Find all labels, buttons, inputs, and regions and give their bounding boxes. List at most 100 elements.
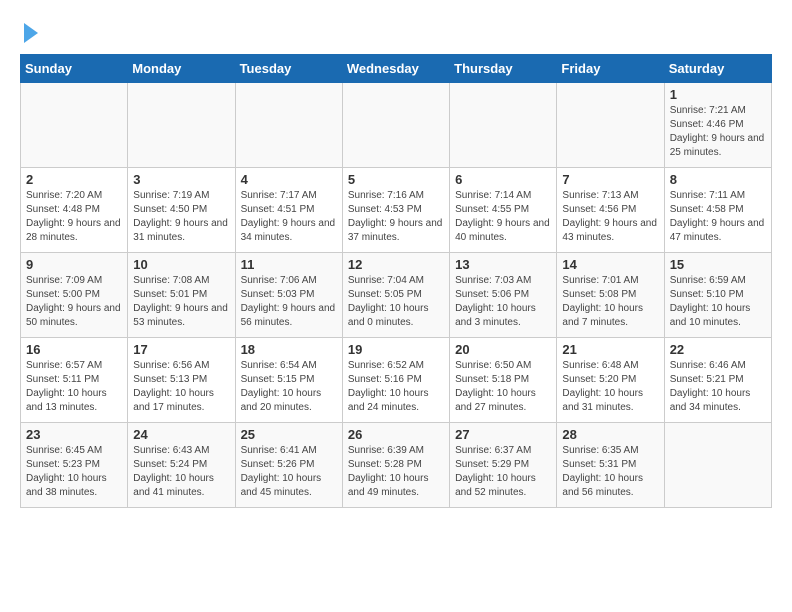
day-number: 21 <box>562 342 658 357</box>
day-number: 12 <box>348 257 444 272</box>
day-info: Sunrise: 6:56 AM Sunset: 5:13 PM Dayligh… <box>133 359 229 415</box>
day-info: Sunrise: 6:50 AM Sunset: 5:18 PM Dayligh… <box>455 359 551 415</box>
day-number: 20 <box>455 342 551 357</box>
calendar-cell: 11 Sunrise: 7:06 AM Sunset: 5:03 PM Dayli… <box>235 253 342 338</box>
day-info: Sunrise: 6:52 AM Sunset: 5:16 PM Dayligh… <box>348 359 444 415</box>
day-info: Sunrise: 7:19 AM Sunset: 4:50 PM Dayligh… <box>133 189 229 245</box>
day-info: Sunrise: 7:06 AM Sunset: 5:03 PM Dayligh… <box>241 274 337 330</box>
day-number: 5 <box>348 172 444 187</box>
day-info: Sunrise: 7:21 AM Sunset: 4:46 PM Dayligh… <box>670 104 766 160</box>
day-number: 1 <box>670 87 766 102</box>
calendar-cell <box>450 83 557 168</box>
day-info: Sunrise: 7:03 AM Sunset: 5:06 PM Dayligh… <box>455 274 551 330</box>
calendar-table: SundayMondayTuesdayWednesdayThursdayFrid… <box>20 54 772 508</box>
calendar-week-row: 9 Sunrise: 7:09 AM Sunset: 5:00 PM Daylig… <box>21 253 772 338</box>
day-number: 9 <box>26 257 122 272</box>
day-info: Sunrise: 7:08 AM Sunset: 5:01 PM Dayligh… <box>133 274 229 330</box>
calendar-week-row: 16 Sunrise: 6:57 AM Sunset: 5:11 PM Dayli… <box>21 338 772 423</box>
calendar-cell <box>342 83 449 168</box>
day-number: 10 <box>133 257 229 272</box>
logo-arrow-icon <box>24 23 38 43</box>
calendar-week-row: 23 Sunrise: 6:45 AM Sunset: 5:23 PM Dayli… <box>21 423 772 508</box>
day-info: Sunrise: 6:37 AM Sunset: 5:29 PM Dayligh… <box>455 444 551 500</box>
day-info: Sunrise: 7:20 AM Sunset: 4:48 PM Dayligh… <box>26 189 122 245</box>
day-info: Sunrise: 7:11 AM Sunset: 4:58 PM Dayligh… <box>670 189 766 245</box>
logo <box>20 20 38 44</box>
weekday-header-row: SundayMondayTuesdayWednesdayThursdayFrid… <box>21 55 772 83</box>
calendar-cell: 24 Sunrise: 6:43 AM Sunset: 5:24 PM Dayli… <box>128 423 235 508</box>
calendar-cell <box>128 83 235 168</box>
day-number: 25 <box>241 427 337 442</box>
calendar-cell: 16 Sunrise: 6:57 AM Sunset: 5:11 PM Dayli… <box>21 338 128 423</box>
day-number: 13 <box>455 257 551 272</box>
calendar-cell: 19 Sunrise: 6:52 AM Sunset: 5:16 PM Dayli… <box>342 338 449 423</box>
day-info: Sunrise: 7:01 AM Sunset: 5:08 PM Dayligh… <box>562 274 658 330</box>
day-number: 7 <box>562 172 658 187</box>
weekday-header-friday: Friday <box>557 55 664 83</box>
day-info: Sunrise: 7:04 AM Sunset: 5:05 PM Dayligh… <box>348 274 444 330</box>
calendar-cell: 13 Sunrise: 7:03 AM Sunset: 5:06 PM Dayli… <box>450 253 557 338</box>
calendar-cell: 9 Sunrise: 7:09 AM Sunset: 5:00 PM Daylig… <box>21 253 128 338</box>
day-info: Sunrise: 7:13 AM Sunset: 4:56 PM Dayligh… <box>562 189 658 245</box>
day-info: Sunrise: 6:59 AM Sunset: 5:10 PM Dayligh… <box>670 274 766 330</box>
calendar-cell: 2 Sunrise: 7:20 AM Sunset: 4:48 PM Daylig… <box>21 168 128 253</box>
day-number: 16 <box>26 342 122 357</box>
calendar-cell: 5Sunrise: 7:16 AM Sunset: 4:53 PM Daylig… <box>342 168 449 253</box>
calendar-cell: 8 Sunrise: 7:11 AM Sunset: 4:58 PM Daylig… <box>664 168 771 253</box>
calendar-cell: 26 Sunrise: 6:39 AM Sunset: 5:28 PM Dayli… <box>342 423 449 508</box>
calendar-cell: 28 Sunrise: 6:35 AM Sunset: 5:31 PM Dayli… <box>557 423 664 508</box>
day-info: Sunrise: 6:46 AM Sunset: 5:21 PM Dayligh… <box>670 359 766 415</box>
calendar-cell: 27 Sunrise: 6:37 AM Sunset: 5:29 PM Dayli… <box>450 423 557 508</box>
weekday-header-sunday: Sunday <box>21 55 128 83</box>
weekday-header-thursday: Thursday <box>450 55 557 83</box>
calendar-cell: 22 Sunrise: 6:46 AM Sunset: 5:21 PM Dayli… <box>664 338 771 423</box>
calendar-cell: 20 Sunrise: 6:50 AM Sunset: 5:18 PM Dayli… <box>450 338 557 423</box>
day-number: 27 <box>455 427 551 442</box>
calendar-cell: 18Sunrise: 6:54 AM Sunset: 5:15 PM Dayli… <box>235 338 342 423</box>
day-number: 22 <box>670 342 766 357</box>
day-number: 24 <box>133 427 229 442</box>
day-number: 23 <box>26 427 122 442</box>
calendar-cell: 7 Sunrise: 7:13 AM Sunset: 4:56 PM Daylig… <box>557 168 664 253</box>
day-number: 8 <box>670 172 766 187</box>
day-info: Sunrise: 6:43 AM Sunset: 5:24 PM Dayligh… <box>133 444 229 500</box>
weekday-header-monday: Monday <box>128 55 235 83</box>
day-info: Sunrise: 7:17 AM Sunset: 4:51 PM Dayligh… <box>241 189 337 245</box>
day-number: 17 <box>133 342 229 357</box>
calendar-cell: 23 Sunrise: 6:45 AM Sunset: 5:23 PM Dayli… <box>21 423 128 508</box>
calendar-cell: 15Sunrise: 6:59 AM Sunset: 5:10 PM Dayli… <box>664 253 771 338</box>
weekday-header-saturday: Saturday <box>664 55 771 83</box>
weekday-header-wednesday: Wednesday <box>342 55 449 83</box>
calendar-week-row: 2 Sunrise: 7:20 AM Sunset: 4:48 PM Daylig… <box>21 168 772 253</box>
calendar-week-row: 1 Sunrise: 7:21 AM Sunset: 4:46 PM Daylig… <box>21 83 772 168</box>
calendar-cell: 4Sunrise: 7:17 AM Sunset: 4:51 PM Daylig… <box>235 168 342 253</box>
day-number: 2 <box>26 172 122 187</box>
day-info: Sunrise: 6:45 AM Sunset: 5:23 PM Dayligh… <box>26 444 122 500</box>
calendar-cell <box>235 83 342 168</box>
day-number: 18 <box>241 342 337 357</box>
day-info: Sunrise: 6:35 AM Sunset: 5:31 PM Dayligh… <box>562 444 658 500</box>
calendar-cell: 25 Sunrise: 6:41 AM Sunset: 5:26 PM Dayli… <box>235 423 342 508</box>
calendar-cell: 3 Sunrise: 7:19 AM Sunset: 4:50 PM Daylig… <box>128 168 235 253</box>
day-info: Sunrise: 6:48 AM Sunset: 5:20 PM Dayligh… <box>562 359 658 415</box>
calendar-cell: 21 Sunrise: 6:48 AM Sunset: 5:20 PM Dayli… <box>557 338 664 423</box>
calendar-cell: 10 Sunrise: 7:08 AM Sunset: 5:01 PM Dayli… <box>128 253 235 338</box>
calendar-cell: 17 Sunrise: 6:56 AM Sunset: 5:13 PM Dayli… <box>128 338 235 423</box>
day-info: Sunrise: 7:09 AM Sunset: 5:00 PM Dayligh… <box>26 274 122 330</box>
day-number: 19 <box>348 342 444 357</box>
day-info: Sunrise: 6:41 AM Sunset: 5:26 PM Dayligh… <box>241 444 337 500</box>
day-number: 26 <box>348 427 444 442</box>
day-number: 6 <box>455 172 551 187</box>
calendar-cell: 1 Sunrise: 7:21 AM Sunset: 4:46 PM Daylig… <box>664 83 771 168</box>
day-info: Sunrise: 6:39 AM Sunset: 5:28 PM Dayligh… <box>348 444 444 500</box>
calendar-cell: 14Sunrise: 7:01 AM Sunset: 5:08 PM Dayli… <box>557 253 664 338</box>
calendar-cell <box>664 423 771 508</box>
day-number: 28 <box>562 427 658 442</box>
day-info: Sunrise: 6:57 AM Sunset: 5:11 PM Dayligh… <box>26 359 122 415</box>
day-number: 3 <box>133 172 229 187</box>
calendar-cell: 12 Sunrise: 7:04 AM Sunset: 5:05 PM Dayli… <box>342 253 449 338</box>
day-number: 11 <box>241 257 337 272</box>
calendar-cell: 6Sunrise: 7:14 AM Sunset: 4:55 PM Daylig… <box>450 168 557 253</box>
weekday-header-tuesday: Tuesday <box>235 55 342 83</box>
calendar-cell <box>21 83 128 168</box>
